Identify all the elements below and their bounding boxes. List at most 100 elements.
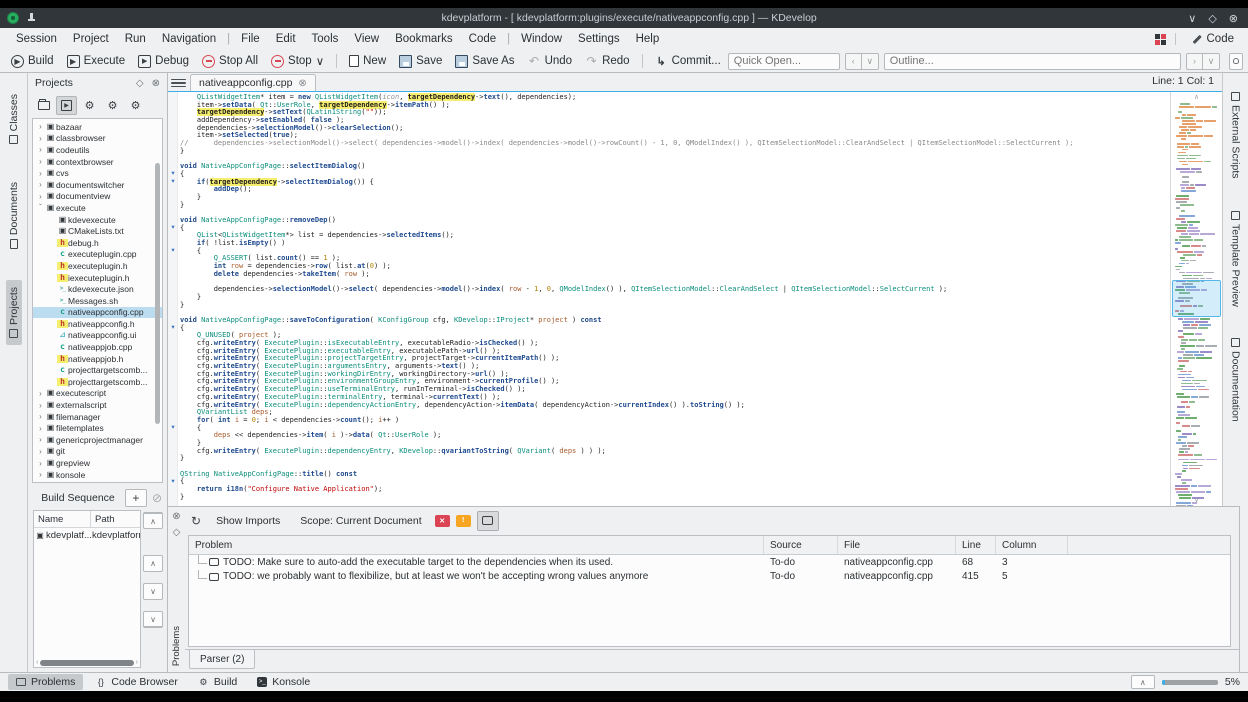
hints-filter-button[interactable] bbox=[476, 510, 499, 531]
expander-icon[interactable]: › bbox=[36, 145, 45, 154]
expander-icon[interactable]: › bbox=[36, 134, 45, 143]
parser-tab[interactable]: Parser (2) bbox=[189, 650, 256, 669]
tree-item-CMakeLists-txt[interactable]: ▣ CMakeLists.txt bbox=[33, 225, 162, 237]
minimap-scrollbar[interactable]: ∧ ∨ bbox=[1170, 92, 1222, 506]
tree-item-kdevexecute-json[interactable]: >_ kdevexecute.json bbox=[33, 283, 162, 295]
column-header-path[interactable]: Path bbox=[91, 514, 140, 525]
debug-button[interactable]: ▶ Debug bbox=[132, 53, 195, 70]
menu-navigation[interactable]: Navigation bbox=[154, 31, 224, 47]
expander-icon[interactable]: › bbox=[36, 412, 45, 421]
menu-settings[interactable]: Settings bbox=[570, 31, 628, 47]
column-header-source[interactable]: Source bbox=[764, 536, 838, 554]
build-sequence-row[interactable]: ▣ kdevplatf... kdevplatform bbox=[34, 528, 140, 543]
expander-icon[interactable]: › bbox=[36, 435, 45, 444]
fold-arrow-icon[interactable]: ▾ bbox=[168, 478, 178, 485]
tree-item-filetemplates[interactable]: › ▣ filetemplates bbox=[33, 422, 162, 434]
fold-arrow-icon[interactable]: ▾ bbox=[168, 170, 178, 177]
menu-project[interactable]: Project bbox=[65, 31, 117, 47]
expander-icon[interactable]: › bbox=[36, 470, 45, 479]
scroll-right-icon[interactable]: › bbox=[136, 659, 138, 666]
filter-button[interactable]: ⚙ bbox=[125, 96, 146, 115]
move-down-button[interactable]: ∨ bbox=[143, 583, 163, 600]
scroll-left-icon[interactable]: ‹ bbox=[36, 659, 38, 666]
column-header-problem[interactable]: Problem bbox=[189, 536, 764, 554]
execute-button[interactable]: ▶ Execute bbox=[61, 53, 132, 70]
tree-item-classbrowser[interactable]: › ▣ classbrowser bbox=[33, 133, 162, 145]
dock-tab-external-scripts[interactable]: External Scripts bbox=[1228, 85, 1244, 186]
tree-item-executeplugin-cpp[interactable]: c executeplugin.cpp bbox=[33, 249, 162, 261]
menu-run[interactable]: Run bbox=[117, 31, 154, 47]
forward-button[interactable]: › bbox=[1185, 52, 1203, 70]
area-switcher-icon[interactable] bbox=[1154, 33, 1166, 45]
tree-item-nativeappconfig-cpp[interactable]: c nativeappconfig.cpp bbox=[33, 306, 162, 319]
document-list-icon[interactable] bbox=[171, 76, 186, 90]
tree-item-bazaar[interactable]: › ▣ bazaar bbox=[33, 121, 162, 133]
errors-filter-icon[interactable]: ✕ bbox=[434, 514, 450, 527]
move-up-button[interactable]: ∧ bbox=[143, 555, 163, 572]
expander-icon[interactable]: › bbox=[36, 482, 45, 483]
build-button[interactable]: ▶ Build bbox=[5, 53, 60, 70]
tree-item-iexecuteplugin-h[interactable]: h iexecuteplugin.h bbox=[33, 272, 162, 284]
remove-build-item-button[interactable]: ⊘ bbox=[152, 491, 162, 505]
statusbar-konsole[interactable]: >_ Konsole bbox=[249, 674, 318, 690]
tree-item-git[interactable]: › ▣ git bbox=[33, 446, 162, 458]
statusbar-problems[interactable]: Problems bbox=[8, 674, 84, 690]
close-panel-icon[interactable]: ⊗ bbox=[152, 78, 160, 89]
tree-item-Messages-sh[interactable]: >_ Messages.sh bbox=[33, 295, 162, 307]
tree-item-openwith[interactable]: ›▣openwith bbox=[33, 480, 162, 483]
expander-icon[interactable]: › bbox=[36, 192, 45, 201]
tree-item-nativeappconfig-ui[interactable]: ⊿ nativeappconfig.ui bbox=[33, 330, 162, 342]
reload-button[interactable]: ⚙ bbox=[102, 96, 123, 115]
code-editor[interactable]: ▾ ▾ ▾ ▾ ▾ ▾ ▾ QListWidgetItem* item = new QLis… bbox=[168, 91, 1222, 506]
menu-file[interactable]: File bbox=[233, 31, 268, 47]
statusbar-code-browser[interactable]: {} Code Browser bbox=[87, 674, 186, 690]
refresh-icon[interactable]: ↻ bbox=[191, 514, 201, 528]
tree-item-execute[interactable]: ˇ ▣ execute bbox=[33, 202, 162, 214]
menu-help[interactable]: Help bbox=[628, 31, 668, 47]
redo-button[interactable]: ↷ Redo bbox=[579, 53, 636, 70]
expander-icon[interactable]: › bbox=[36, 157, 45, 166]
expander-icon[interactable]: › bbox=[36, 169, 45, 178]
fold-arrow-icon[interactable]: ▾ bbox=[168, 424, 178, 431]
expand-progress-button[interactable]: ∧ bbox=[1130, 675, 1155, 689]
scroll-down-icon[interactable]: ∨ bbox=[1171, 496, 1222, 505]
tree-scrollbar[interactable] bbox=[155, 162, 160, 424]
new-button[interactable]: New bbox=[343, 53, 392, 69]
tree-item-contextbrowser[interactable]: › ▣ contextbrowser bbox=[33, 156, 162, 168]
expander-icon[interactable]: › bbox=[36, 459, 45, 468]
fold-arrow-icon[interactable]: ▾ bbox=[168, 324, 178, 331]
fold-arrow-icon[interactable]: ▾ bbox=[168, 224, 178, 231]
tree-item-codeutils[interactable]: › ▣ codeutils bbox=[33, 144, 162, 156]
column-header-line[interactable]: Line bbox=[956, 536, 996, 554]
menu-bookmarks[interactable]: Bookmarks bbox=[387, 31, 461, 47]
float-panel-icon[interactable]: ◇ bbox=[173, 527, 181, 538]
menu-edit[interactable]: Edit bbox=[268, 31, 304, 47]
fold-arrow-icon[interactable]: ▾ bbox=[168, 178, 178, 185]
outline-input[interactable] bbox=[883, 52, 1181, 70]
tree-item-cvs[interactable]: › ▣ cvs bbox=[33, 167, 162, 179]
tree-item-konsole[interactable]: › ▣ konsole bbox=[33, 469, 162, 481]
commit-button[interactable]: ↳ Commit... bbox=[649, 53, 727, 70]
move-bottom-button[interactable]: ∨ bbox=[143, 611, 163, 628]
maximize-window-icon[interactable]: ◇ bbox=[1208, 12, 1216, 25]
menu-session[interactable]: Session bbox=[8, 31, 65, 47]
tree-item-kdevexecute[interactable]: ▣ kdevexecute bbox=[33, 214, 162, 226]
tree-item-nativeappconfig-h[interactable]: h nativeappconfig.h bbox=[33, 318, 162, 330]
assistant-button[interactable] bbox=[1228, 52, 1243, 70]
expander-icon[interactable]: › bbox=[36, 401, 45, 410]
show-imports-button[interactable]: Show Imports bbox=[209, 512, 287, 530]
column-header-file[interactable]: File bbox=[838, 536, 956, 554]
back-button[interactable]: ‹ bbox=[844, 52, 862, 70]
minimap-viewport[interactable] bbox=[1172, 280, 1221, 317]
save-button[interactable]: Save bbox=[393, 53, 448, 70]
tree-item-projecttargetscomb-[interactable]: h projecttargetscomb... bbox=[33, 376, 162, 388]
save-as-button[interactable]: Save As bbox=[449, 53, 520, 70]
dock-tab-projects[interactable]: Projects bbox=[5, 280, 22, 346]
undo-button[interactable]: ↶ Undo bbox=[522, 53, 579, 70]
scroll-up-icon[interactable]: ∧ bbox=[1171, 93, 1222, 102]
dock-tab-documentation[interactable]: Documentation bbox=[1228, 331, 1244, 429]
tree-item-nativeappjob-cpp[interactable]: c nativeappjob.cpp bbox=[33, 341, 162, 353]
close-panel-icon[interactable]: ⊗ bbox=[172, 511, 180, 522]
build-items-button[interactable]: ▶ bbox=[56, 95, 77, 115]
expander-icon[interactable]: › bbox=[36, 424, 45, 433]
